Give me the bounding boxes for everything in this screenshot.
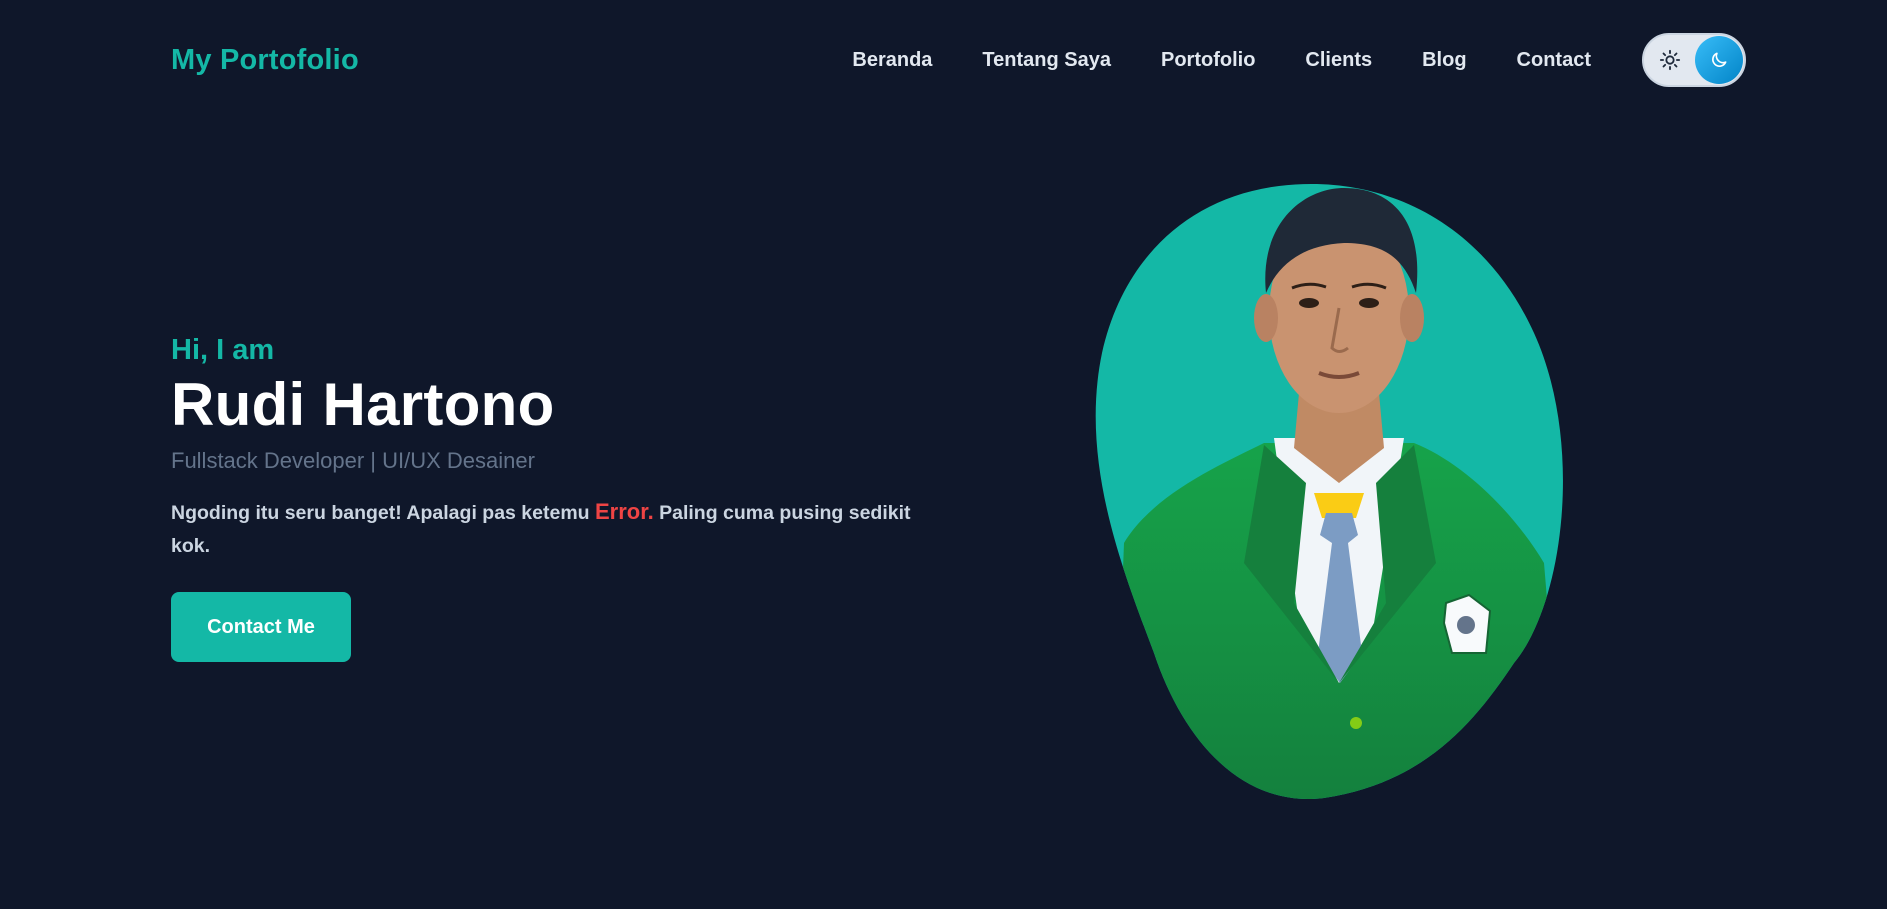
- nav-item-clients[interactable]: Clients: [1305, 49, 1372, 72]
- hero-role: Fullstack Developer | UI/UX Desainer: [171, 448, 535, 473]
- profile-photo: [1094, 183, 1584, 803]
- hero-description: Ngoding itu seru banget! Apalagi pas ket…: [171, 495, 911, 563]
- nav-item-beranda[interactable]: Beranda: [852, 49, 932, 72]
- sun-icon: [1654, 44, 1686, 76]
- desc-error-highlight: Error.: [595, 499, 654, 524]
- logo-link[interactable]: My Portofolio: [171, 44, 359, 77]
- moon-icon: [1695, 36, 1743, 84]
- header: My Portofolio Beranda Tentang Saya Porto…: [171, 0, 1746, 120]
- nav-item-portofolio[interactable]: Portofolio: [1161, 49, 1255, 72]
- hero-name: Rudi Hartono: [171, 371, 555, 438]
- nav-item-contact[interactable]: Contact: [1517, 49, 1591, 72]
- hero-greeting: Hi, I am: [171, 334, 275, 366]
- desc-before: Ngoding itu seru banget! Apalagi pas ket…: [171, 502, 595, 524]
- hero-section: Hi, I am Rudi Hartono Fullstack Develope…: [171, 330, 931, 662]
- nav-item-blog[interactable]: Blog: [1422, 49, 1466, 72]
- page: My Portofolio Beranda Tentang Saya Porto…: [0, 0, 1887, 909]
- main-nav: Beranda Tentang Saya Portofolio Clients …: [852, 33, 1746, 87]
- contact-me-button[interactable]: Contact Me: [171, 592, 351, 662]
- nav-item-tentang-saya[interactable]: Tentang Saya: [982, 49, 1111, 72]
- theme-toggle[interactable]: [1642, 33, 1746, 87]
